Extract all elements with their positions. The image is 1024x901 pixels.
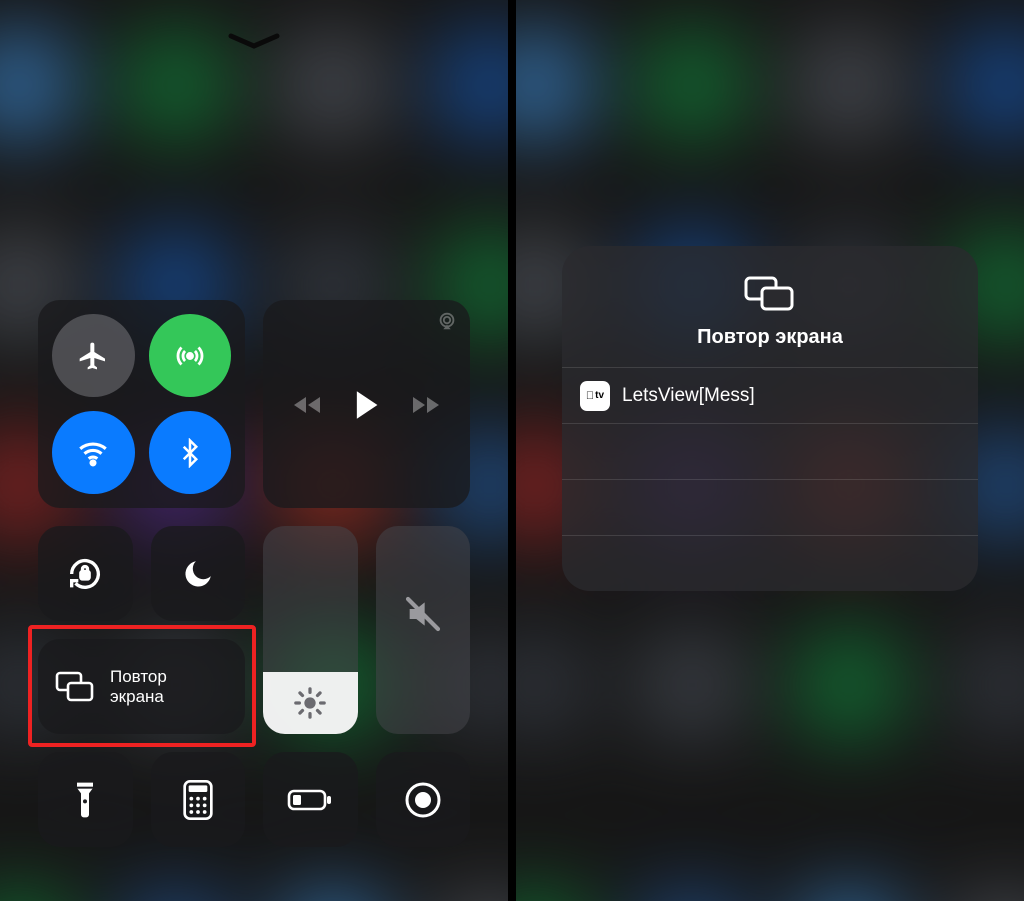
low-power-mode-button[interactable] (263, 752, 358, 847)
volume-slider[interactable] (376, 526, 471, 734)
wifi-icon (76, 436, 110, 470)
control-center-grid: Повтор экрана (38, 300, 470, 847)
brightness-icon (293, 686, 327, 720)
airplane-mode-toggle[interactable] (52, 314, 135, 397)
calculator-icon (183, 780, 213, 820)
connectivity-module[interactable] (38, 300, 245, 508)
screen-mirroring-sheet-screen: Повтор экрана tv LetsView[Mess] (516, 0, 1024, 901)
empty-row (562, 535, 978, 591)
calculator-button[interactable] (151, 752, 246, 847)
rewind-icon (292, 393, 322, 417)
do-not-disturb-toggle[interactable] (151, 526, 246, 621)
flashlight-button[interactable] (38, 752, 133, 847)
screen-mirroring-sheet: Повтор экрана tv LetsView[Mess] (562, 246, 978, 591)
airplay-icon (436, 310, 458, 337)
empty-row (562, 479, 978, 535)
media-module[interactable] (263, 300, 470, 508)
screen-mirroring-icon (54, 670, 96, 704)
flashlight-icon (74, 780, 96, 820)
device-name: LetsView[Mess] (622, 385, 755, 407)
bluetooth-icon (175, 438, 205, 468)
forward-icon (411, 393, 441, 417)
brightness-slider[interactable] (263, 526, 358, 734)
wifi-toggle[interactable] (52, 411, 135, 494)
sheet-header: Повтор экрана (562, 246, 978, 367)
device-row[interactable]: tv LetsView[Mess] (562, 367, 978, 423)
rotation-lock-icon (65, 554, 105, 594)
volume-mute-icon (403, 594, 443, 634)
control-center-screen: Повтор экрана (0, 0, 508, 901)
screen-mirroring-button[interactable]: Повтор экрана (38, 639, 245, 734)
play-icon (352, 389, 380, 421)
moon-icon (181, 557, 215, 591)
screen-record-button[interactable] (376, 752, 471, 847)
rewind-button[interactable] (292, 393, 322, 422)
screen-mirroring-icon (742, 274, 798, 314)
airplane-icon (77, 340, 109, 372)
cellular-icon (173, 339, 207, 373)
empty-row (562, 423, 978, 479)
play-button[interactable] (352, 389, 380, 426)
forward-button[interactable] (411, 393, 441, 422)
record-icon (403, 780, 443, 820)
screen-mirroring-label: Повтор экрана (110, 667, 167, 706)
sheet-title: Повтор экрана (697, 326, 843, 349)
apple-tv-badge-icon: tv (580, 381, 610, 411)
cellular-data-toggle[interactable] (149, 314, 232, 397)
chevron-down-icon[interactable] (227, 32, 281, 55)
rotation-lock-toggle[interactable] (38, 526, 133, 621)
battery-icon (287, 788, 333, 812)
bluetooth-toggle[interactable] (149, 411, 232, 494)
